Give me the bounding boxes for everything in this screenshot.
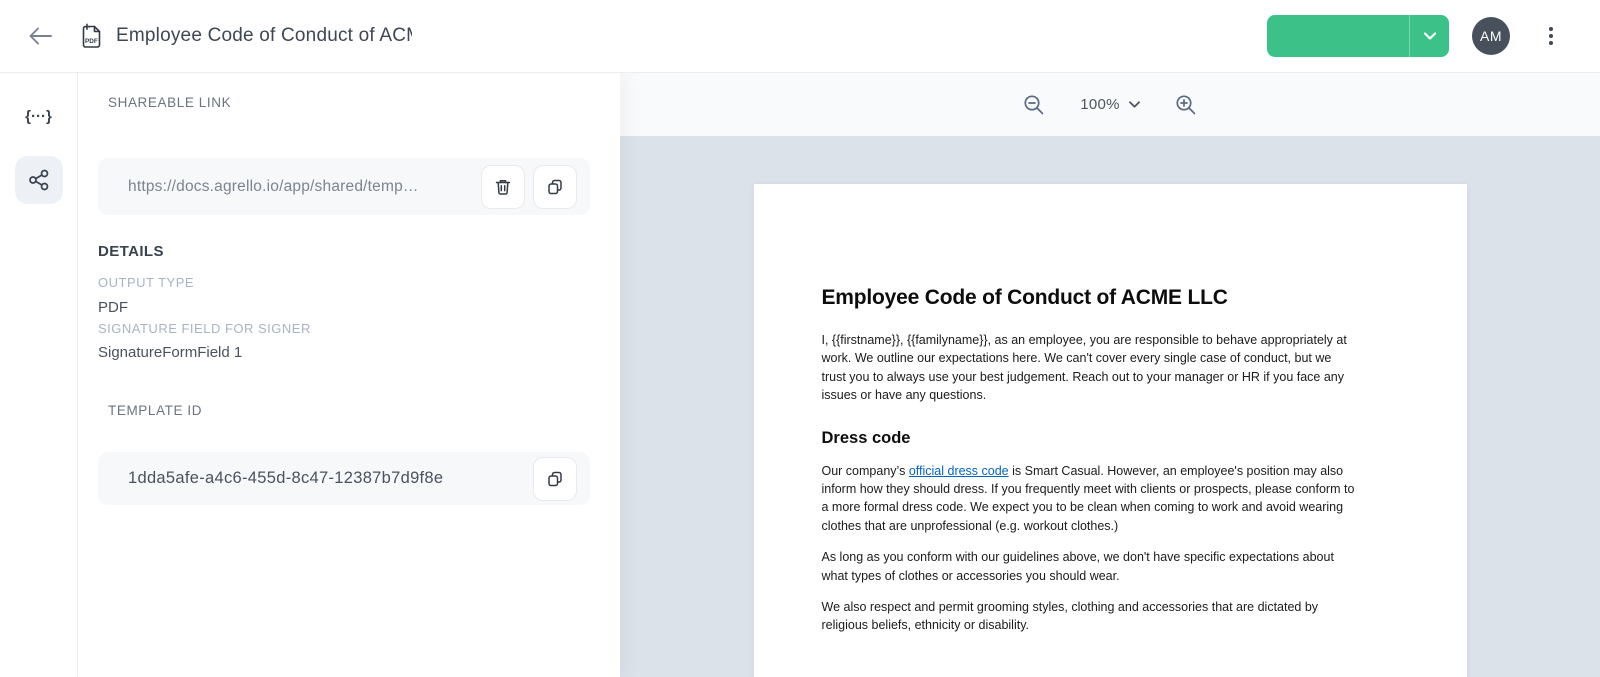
rail-item-template-fields[interactable]: {···} — [15, 92, 63, 140]
output-type-label: OUTPUT TYPE — [98, 275, 195, 290]
main-area: {···} SHAREABLE LINK https://docs.agrell… — [0, 73, 1600, 677]
output-type-value: PDF — [98, 299, 128, 316]
page-scroll-area[interactable]: Employee Code of Conduct of ACME LLC I, … — [620, 136, 1600, 677]
share-icon — [26, 167, 52, 193]
details-heading: DETAILS — [98, 243, 164, 260]
shareable-link-url[interactable]: https://docs.agrello.io/app/shared/temp… — [128, 178, 481, 196]
chevron-down-icon — [1128, 101, 1140, 108]
template-id-label: TEMPLATE ID — [108, 403, 203, 418]
topbar-actions: USE TEMPLATE AM — [1267, 15, 1600, 57]
official-dress-code-link[interactable]: official dress code — [909, 464, 1009, 478]
share-panel: SHAREABLE LINK https://docs.agrello.io/a… — [78, 73, 620, 677]
zoom-out-icon — [1022, 93, 1046, 117]
zoom-out-button[interactable] — [1018, 89, 1050, 121]
braces-fields-icon: {···} — [25, 107, 52, 125]
pdf-file-icon: PDF — [78, 21, 104, 51]
copy-link-button[interactable] — [533, 164, 577, 209]
document-title: Employee Code of Conduct of ACME LLC — [116, 25, 412, 46]
template-id-field: 1dda5afe-a4c6-455d-8c47-12387b7d9f8e — [98, 452, 590, 505]
document-page: Employee Code of Conduct of ACME LLC I, … — [753, 184, 1467, 677]
delete-link-button[interactable] — [481, 164, 525, 209]
document-viewer: 100% Employee Code of Conduct of ACME LL… — [620, 73, 1600, 677]
back-button[interactable] — [24, 20, 56, 52]
rail-item-share-active[interactable] — [14, 156, 63, 204]
copy-template-id-button[interactable] — [533, 456, 577, 501]
signature-field-label: SIGNATURE FIELD FOR SIGNER — [98, 321, 311, 336]
doc-paragraph-intro: I, {{firstname}}, {{familyname}}, as an … — [821, 333, 1347, 403]
chevron-down-icon — [1423, 32, 1436, 40]
doc-section-heading: Dress code — [821, 428, 911, 447]
template-id-value[interactable]: 1dda5afe-a4c6-455d-8c47-12387b7d9f8e — [128, 469, 533, 488]
more-options-button[interactable] — [1545, 23, 1557, 49]
signature-field-value: SignatureFormField 1 — [98, 344, 243, 361]
zoom-level-dropdown[interactable]: 100% — [1080, 96, 1140, 113]
trash-icon — [493, 177, 513, 197]
doc-heading: Employee Code of Conduct of ACME LLC — [821, 286, 1228, 309]
doc-paragraph-guidelines: As long as you conform with our guidelin… — [821, 550, 1334, 583]
copy-icon — [545, 177, 565, 197]
use-template-button[interactable]: USE TEMPLATE — [1267, 15, 1409, 57]
zoom-level-value: 100% — [1080, 96, 1120, 113]
top-bar: PDF Employee Code of Conduct of ACME LLC… — [0, 0, 1600, 73]
doc-paragraph-dress-code: Our company’s official dress code is Sma… — [821, 463, 1355, 533]
use-template-dropdown-button[interactable] — [1409, 15, 1449, 57]
kebab-menu-icon — [1549, 27, 1553, 31]
zoom-in-icon — [1174, 93, 1198, 117]
user-avatar[interactable]: AM — [1472, 17, 1510, 55]
doc-paragraph-grooming: We also respect and permit grooming styl… — [821, 600, 1319, 633]
zoom-in-button[interactable] — [1170, 89, 1202, 121]
viewer-toolbar: 100% — [620, 73, 1600, 136]
shareable-link-field: https://docs.agrello.io/app/shared/temp… — [98, 158, 590, 215]
arrow-left-icon — [26, 25, 54, 47]
shareable-link-label: SHAREABLE LINK — [108, 95, 232, 110]
svg-text:PDF: PDF — [85, 38, 98, 45]
copy-icon — [545, 469, 565, 489]
left-icon-rail: {···} — [0, 73, 78, 677]
use-template-split-button: USE TEMPLATE — [1267, 15, 1449, 57]
